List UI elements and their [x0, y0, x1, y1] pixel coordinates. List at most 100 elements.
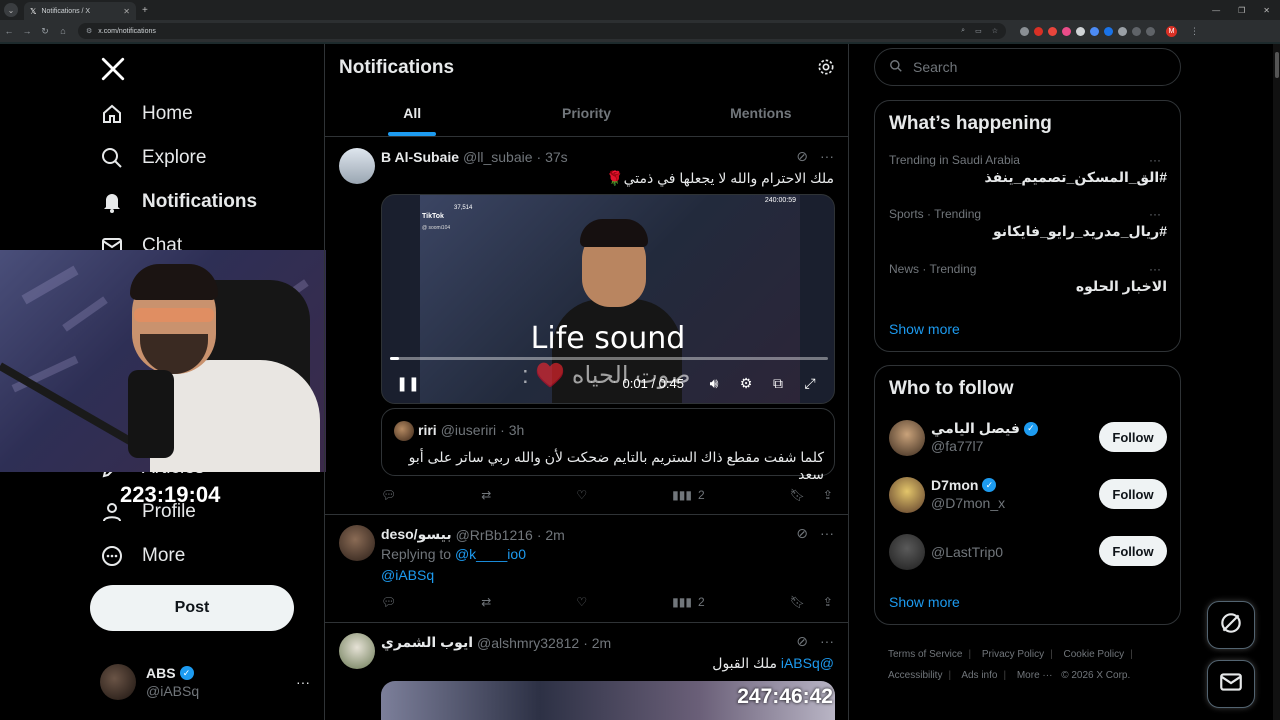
bookmark-star-icon[interactable]: ☆: [992, 27, 998, 35]
grok-icon[interactable]: ⊘: [796, 633, 808, 650]
repost-icon[interactable]: ⇄: [481, 595, 491, 609]
more-dots-icon[interactable]: ···: [1149, 207, 1161, 221]
footer-link[interactable]: Terms of Service: [888, 649, 962, 660]
zoom-icon[interactable]: ⌕: [961, 27, 965, 35]
notification-post[interactable]: ايوب الشمري @alshmry32812 · 2m ⊘ ··· @iA…: [325, 623, 848, 720]
forward-icon[interactable]: →: [18, 26, 36, 36]
bookmark-icon[interactable]: 🔖︎: [790, 595, 805, 609]
follow-button[interactable]: Follow: [1099, 536, 1167, 566]
nav-item-home[interactable]: Home: [100, 102, 193, 126]
more-dots-icon[interactable]: ···: [820, 525, 834, 542]
post-author-name[interactable]: B Al-Subaie: [381, 149, 459, 165]
post-time[interactable]: · 37s: [537, 149, 568, 165]
extension-icon[interactable]: [1104, 26, 1113, 36]
extension-icon[interactable]: [1118, 26, 1127, 36]
mention-link[interactable]: @iABSq: [781, 655, 834, 671]
grok-icon[interactable]: ⊘: [796, 525, 808, 542]
install-icon[interactable]: ▭: [975, 27, 982, 35]
follow-suggestion[interactable]: D7mon ✓ @D7mon_x Follow: [889, 475, 1167, 515]
avatar[interactable]: [889, 420, 925, 456]
pip-icon[interactable]: ⧉: [762, 375, 794, 392]
avatar[interactable]: [889, 534, 925, 570]
follow-button[interactable]: Follow: [1099, 479, 1167, 509]
follow-suggestion[interactable]: @LastTrip0 Follow: [889, 532, 1167, 572]
avatar[interactable]: [339, 525, 375, 561]
quoted-post[interactable]: riri @iuseriri · 3h كلما شفت مقطع ذاك ال…: [381, 408, 835, 482]
gear-icon[interactable]: [816, 57, 836, 77]
home-browser-icon[interactable]: ⌂: [54, 26, 72, 36]
video-thumbnail[interactable]: 247:46:42: [381, 681, 835, 720]
tab-search-button[interactable]: ⌄: [4, 3, 18, 17]
trend-item[interactable]: Sports · Trending #ريال_مدريد_رايو_فايكا…: [889, 207, 1167, 240]
extension-icon[interactable]: [1076, 26, 1085, 36]
grok-fab-button[interactable]: [1207, 601, 1255, 649]
footer-link[interactable]: More ···: [1017, 670, 1053, 681]
settings-icon[interactable]: ⚙: [730, 375, 762, 392]
reply-icon[interactable]: 💬︎: [381, 595, 396, 609]
post-author-handle[interactable]: @ll_subaie: [463, 149, 532, 165]
tab-priority[interactable]: Priority: [499, 92, 673, 136]
x-logo-icon[interactable]: [100, 56, 126, 89]
views-button[interactable]: ▮▮▮ 2: [672, 595, 705, 609]
footer-link[interactable]: Cookie Policy: [1064, 649, 1125, 660]
minimize-icon[interactable]: —: [1212, 6, 1220, 15]
post-author-name[interactable]: ايوب الشمري: [381, 634, 473, 651]
extension-icon[interactable]: [1090, 26, 1099, 36]
notification-post[interactable]: deso/بيسو @RrBb1216 · 2m ⊘ ··· Replying …: [325, 515, 848, 623]
close-window-icon[interactable]: ✕: [1263, 6, 1270, 15]
avatar[interactable]: [339, 633, 375, 669]
more-dots-icon[interactable]: ···: [1149, 153, 1161, 167]
extensions-puzzle-icon[interactable]: [1132, 26, 1141, 36]
volume-icon[interactable]: 🔊︎: [698, 375, 730, 392]
extension-icon[interactable]: [1020, 26, 1029, 36]
back-icon[interactable]: ←: [0, 26, 18, 36]
reload-icon[interactable]: ↻: [36, 26, 54, 37]
profile-avatar[interactable]: M: [1166, 25, 1177, 37]
nav-item-notifications[interactable]: Notifications: [100, 190, 257, 214]
video-progress-track[interactable]: [390, 357, 828, 360]
scrollbar-thumb[interactable]: [1275, 52, 1279, 78]
trend-item[interactable]: Trending in Saudi Arabia #الق_المسكن_تصم…: [889, 153, 1167, 186]
follow-suggestion[interactable]: فيصل اليامي ✓ @fa77l7 Follow: [889, 418, 1167, 458]
bookmark-icon[interactable]: 🔖︎: [790, 488, 805, 502]
reply-icon[interactable]: 💬︎: [381, 488, 396, 502]
pause-icon[interactable]: ❚❚: [392, 375, 424, 392]
show-more-link[interactable]: Show more: [889, 594, 960, 610]
footer-link[interactable]: Privacy Policy: [982, 649, 1044, 660]
more-dots-icon[interactable]: ···: [820, 633, 834, 650]
post-time[interactable]: · 2m: [583, 635, 611, 651]
extension-icon[interactable]: [1062, 26, 1071, 36]
browser-menu-icon[interactable]: ⋮: [1190, 26, 1199, 37]
more-dots-icon[interactable]: ···: [1149, 262, 1161, 276]
sidebar-icon[interactable]: [1146, 26, 1155, 36]
post-author-handle[interactable]: @alshmry32812: [477, 635, 579, 651]
post-author-handle[interactable]: @RrBb1216: [456, 527, 533, 543]
more-dots-icon[interactable]: ···: [820, 148, 834, 165]
show-more-link[interactable]: Show more: [889, 321, 960, 337]
nav-item-more[interactable]: More: [100, 544, 185, 568]
share-icon[interactable]: ⇪: [823, 488, 833, 502]
url-field[interactable]: ⚙ x.com/notifications ⌕ ▭ ☆: [78, 23, 1006, 39]
extension-icon[interactable]: [1034, 26, 1043, 36]
share-icon[interactable]: ⇪: [823, 595, 833, 609]
maximize-icon[interactable]: ❐: [1238, 6, 1245, 15]
account-switcher[interactable]: ABS ✓ @iABSq ···: [100, 660, 316, 704]
new-tab-button[interactable]: +: [142, 5, 148, 16]
trend-item[interactable]: News · Trending الاخبار الحلوه ···: [889, 262, 1167, 295]
page-scrollbar[interactable]: [1273, 44, 1280, 720]
avatar[interactable]: [339, 148, 375, 184]
search-input[interactable]: Search: [874, 48, 1181, 86]
tab-all[interactable]: All: [325, 92, 499, 136]
tab-mentions[interactable]: Mentions: [674, 92, 848, 136]
footer-link[interactable]: Ads info: [961, 670, 997, 681]
like-icon[interactable]: ♡: [576, 595, 587, 609]
nav-item-explore[interactable]: Explore: [100, 146, 206, 170]
mention-link[interactable]: @k____io0: [455, 546, 526, 562]
repost-icon[interactable]: ⇄: [481, 488, 491, 502]
follow-button[interactable]: Follow: [1099, 422, 1167, 452]
close-tab-icon[interactable]: ✕: [123, 7, 130, 16]
footer-link[interactable]: Accessibility: [888, 670, 942, 681]
more-dots-icon[interactable]: ···: [296, 674, 310, 690]
post-time[interactable]: · 2m: [537, 527, 565, 543]
post-author-name[interactable]: deso/بيسو: [381, 526, 452, 543]
